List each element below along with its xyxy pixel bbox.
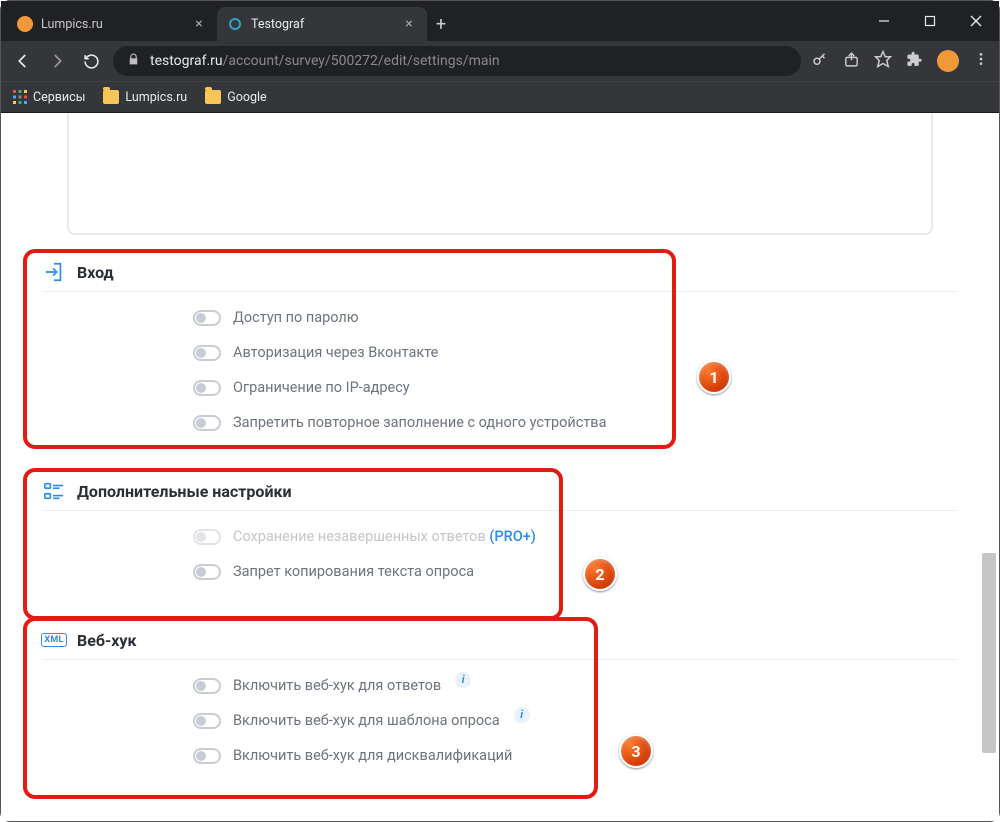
option-label: Доступ по паролю [233,309,359,326]
folder-icon [205,90,221,104]
login-icon [43,261,65,283]
page-content: Вход Доступ по паролю Авторизация через … [23,113,977,821]
divider [43,510,957,511]
key-icon[interactable] [811,50,829,72]
profile-avatar[interactable] [937,50,959,72]
address-bar[interactable]: testograf.ru/account/survey/500272/edit/… [113,46,801,76]
section-extra-settings: Дополнительные настройки Сохранение неза… [23,468,977,603]
option-label: Ограничение по IP-адресу [233,379,410,396]
section-title-text: Веб-хук [77,631,136,650]
option-save-incomplete: Сохранение незавершенных ответов (PRO+) [193,519,957,554]
option-label: Включить веб-хук для шаблона опроса [233,712,500,729]
info-icon[interactable]: i [514,707,530,723]
extensions-icon[interactable] [906,51,923,72]
options-list: Доступ по паролю Авторизация через Вконт… [43,296,957,440]
option-label: Запрет копирования текста опроса [233,563,474,580]
minimize-button[interactable] [861,1,907,41]
titlebar: Lumpics.ru × Testograf × + [1,1,999,41]
scrollbar-vertical[interactable] [981,113,997,815]
toolbar: testograf.ru/account/survey/500272/edit/… [1,41,999,81]
toggle[interactable] [193,310,221,326]
option-prevent-repeat: Запретить повторное заполнение с одного … [193,405,957,440]
toolbar-actions [811,50,989,72]
section-title-text: Вход [77,263,114,282]
option-prevent-copy: Запрет копирования текста опроса [193,554,957,589]
back-button[interactable] [11,49,35,73]
option-webhook-answers: Включить веб-хук для ответов i [193,668,957,703]
info-icon[interactable]: i [455,672,471,688]
option-vk-auth: Авторизация через Вконтакте [193,335,957,370]
pro-badge: (PRO+) [489,528,536,545]
tab-title: Lumpics.ru [41,17,183,32]
bookmark-label: Сервисы [33,90,85,105]
section-title-text: Дополнительные настройки [77,482,292,501]
options-list: Сохранение незавершенных ответов (PRO+) … [43,515,957,589]
divider [43,291,957,292]
forward-button[interactable] [45,49,69,73]
bookmark-google[interactable]: Google [205,90,266,105]
options-list: Включить веб-хук для ответов i Включить … [43,664,957,773]
lock-icon [127,53,140,70]
section-webhook: XML Веб-хук Включить веб-хук для ответов… [23,617,977,787]
new-tab-button[interactable]: + [427,7,455,41]
list-settings-icon [43,480,65,502]
option-password-access: Доступ по паролю [193,300,957,335]
reload-button[interactable] [79,49,103,73]
toggle[interactable] [193,564,221,580]
favicon-testograf [227,16,243,32]
toggle[interactable] [193,415,221,431]
share-icon[interactable] [843,51,860,72]
textarea-placeholder[interactable] [67,113,933,235]
tab-testograf[interactable]: Testograf × [217,7,427,41]
tab-strip: Lumpics.ru × Testograf × + [1,1,861,41]
url-text: testograf.ru/account/survey/500272/edit/… [150,53,500,69]
option-label: Включить веб-хук для дисквалификаций [233,747,512,764]
option-webhook-template: Включить веб-хук для шаблона опроса i [193,703,957,738]
bookmark-services[interactable]: Сервисы [13,90,85,105]
close-icon[interactable]: × [401,16,417,32]
bookmark-label: Google [227,90,266,105]
favicon-lumpics [17,16,33,32]
folder-icon [103,90,119,104]
toggle[interactable] [193,380,221,396]
page-viewport: Вход Доступ по паролю Авторизация через … [1,113,999,821]
apps-icon [13,90,27,104]
divider [43,659,957,660]
browser-chrome: Lumpics.ru × Testograf × + testograf.ru/… [1,1,999,113]
toggle [193,529,221,545]
window-controls [861,1,999,41]
menu-icon[interactable] [973,51,989,71]
option-label: Авторизация через Вконтакте [233,344,438,361]
option-webhook-disqualification: Включить веб-хук для дисквалификаций [193,738,957,773]
tab-lumpics[interactable]: Lumpics.ru × [7,7,217,41]
toggle[interactable] [193,713,221,729]
option-ip-restriction: Ограничение по IP-адресу [193,370,957,405]
scrollbar-thumb[interactable] [982,553,996,753]
xml-icon: XML [43,629,65,651]
option-label: Запретить повторное заполнение с одного … [233,414,606,431]
toggle[interactable] [193,678,221,694]
section-title: Вход [43,261,957,283]
star-icon[interactable] [874,50,892,72]
section-title: Дополнительные настройки [43,480,957,502]
section-title: XML Веб-хук [43,629,957,651]
toggle[interactable] [193,748,221,764]
option-label: Включить веб-хук для ответов [233,677,441,694]
maximize-button[interactable] [907,1,953,41]
bookmark-lumpics[interactable]: Lumpics.ru [103,90,187,105]
close-window-button[interactable] [953,1,999,41]
tab-title: Testograf [251,17,393,32]
bookmark-label: Lumpics.ru [125,90,187,105]
option-label: Сохранение незавершенных ответов (PRO+) [233,528,536,545]
bookmarks-bar: Сервисы Lumpics.ru Google [1,81,999,113]
close-icon[interactable]: × [191,16,207,32]
toggle[interactable] [193,345,221,361]
section-login: Вход Доступ по паролю Авторизация через … [23,249,977,454]
